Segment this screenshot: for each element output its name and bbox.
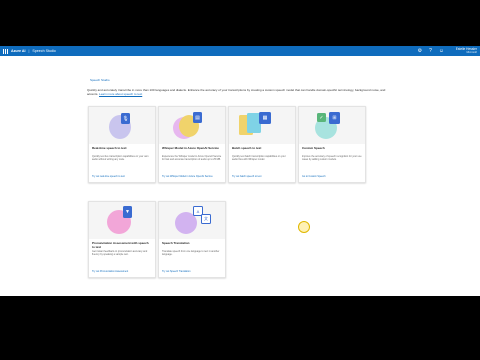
card-real-time-speech-to-text[interactable]: 🎙 Real-time speech to text Quickly test …	[88, 106, 156, 183]
settings-icon[interactable]: ⚙	[418, 48, 422, 54]
language-b-icon: 文	[201, 214, 211, 224]
mouse-cursor-highlight	[298, 221, 310, 233]
check-icon: ✓	[317, 113, 326, 122]
card-pronunciation-assessment[interactable]: ▼ Pronunciation Assessment with speech t…	[88, 201, 156, 278]
card-title: Real-time speech to text	[92, 146, 127, 150]
file-icon: ▦	[259, 112, 271, 124]
document-icon: ▤	[193, 112, 202, 123]
intro-paragraph: Quickly and accurately transcribe in mor…	[87, 88, 387, 96]
card-illustration: ▼	[89, 202, 155, 239]
card-title: Batch speech to text	[232, 146, 262, 150]
card-description: Quickly test live transcription capabili…	[92, 155, 149, 161]
card-title: Custom Speech	[302, 146, 325, 150]
brand-label[interactable]: Azure AI	[11, 49, 25, 53]
card-description: Translate speech from one language to te…	[162, 250, 220, 256]
card-link[interactable]: Try out Pronunciation Assessment	[92, 270, 152, 273]
card-custom-speech[interactable]: ✓ ⊞ Custom Speech Improve the accuracy o…	[298, 106, 366, 183]
card-illustration: ▦	[229, 107, 295, 144]
microphone-icon: 🎙	[121, 113, 130, 124]
header-icons: ⚙ ? ☺	[418, 48, 444, 54]
brand-separator: |	[28, 49, 30, 53]
card-title: Pronunciation Assessment with speech to …	[92, 241, 149, 249]
user-org: Microsoft	[466, 51, 477, 54]
help-icon[interactable]: ?	[429, 48, 432, 54]
card-illustration: 🎙	[89, 107, 155, 144]
breadcrumb[interactable]: Speech Studio	[90, 78, 110, 82]
card-title: Speech Translation	[162, 241, 190, 245]
card-link[interactable]: Go to Custom Speech	[302, 175, 362, 178]
card-speech-translation[interactable]: A 文 Speech Translation Translate speech …	[158, 201, 226, 278]
card-illustration: ✓ ⊞	[299, 107, 365, 144]
card-description: Quickly test batch transcription capabil…	[232, 155, 286, 161]
card-description: Experience the Whisper model in Azure Op…	[162, 155, 222, 161]
learn-more-link[interactable]: Learn more about speech to text	[99, 92, 142, 96]
card-illustration: ▤	[159, 107, 225, 144]
card-illustration: A 文	[159, 202, 225, 239]
card-title: Whisper Model in Azure OpenAI Service	[162, 146, 219, 150]
user-account[interactable]: Estelle Hessler Microsoft	[456, 47, 477, 55]
card-link[interactable]: Try out Whisper Model in Azure OpenAI Se…	[162, 175, 222, 178]
card-description: Improve the accuracy of speech recogniti…	[302, 155, 362, 161]
card-description: Get instant feedback on pronunciation ac…	[92, 250, 148, 256]
app-launcher-icon[interactable]	[3, 48, 8, 54]
model-icon: ⊞	[329, 112, 340, 124]
profile-icon[interactable]: ☺	[439, 48, 444, 54]
card-whisper-model[interactable]: ▤ Whisper Model in Azure OpenAI Service …	[158, 106, 226, 183]
top-navigation-bar: Azure AI | Speech Studio ⚙ ? ☺ Estelle H…	[0, 46, 480, 56]
card-link[interactable]: Try out real-time speech to text	[92, 175, 152, 178]
card-link[interactable]: Try out batch speech to text	[232, 175, 292, 178]
card-batch-speech-to-text[interactable]: ▦ Batch speech to text Quickly test batc…	[228, 106, 296, 183]
card-link[interactable]: Try out Speech Translation	[162, 270, 222, 273]
browser-viewport: Azure AI | Speech Studio ⚙ ? ☺ Estelle H…	[0, 46, 480, 296]
product-label[interactable]: Speech Studio	[32, 49, 55, 53]
down-arrow-icon: ▼	[123, 206, 132, 218]
